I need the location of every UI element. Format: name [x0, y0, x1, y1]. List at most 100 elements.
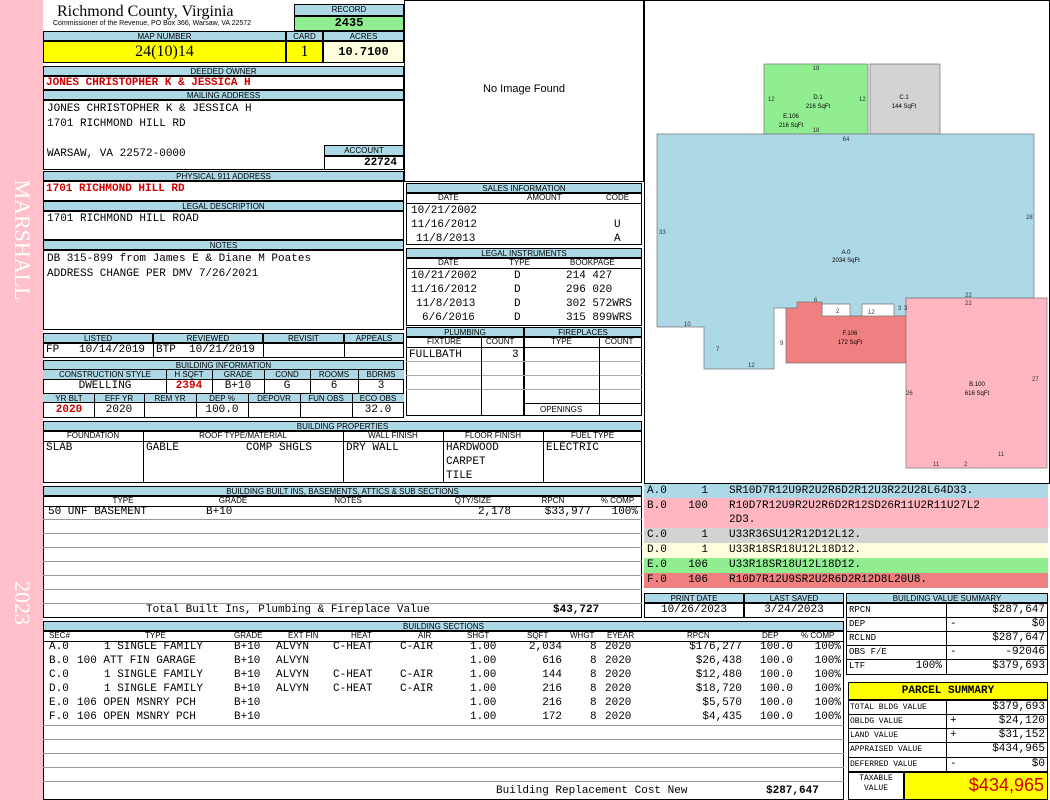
account-value: 22724 [324, 156, 404, 170]
section-row-sec: E.0 [49, 697, 69, 709]
bi-col-depovr: DEPOVR [257, 394, 291, 403]
print-date: 10/26/2023 [660, 604, 727, 616]
vector-string: U33R18SR18U12L18D12. [729, 559, 862, 571]
plumbing-header: PLUMBING [406, 327, 524, 337]
notes-line-2: ADDRESS CHANGE PER DMV 7/26/2021 [47, 268, 259, 280]
instrument-type: D [514, 270, 521, 282]
builtin-rpcn: $33,977 [544, 506, 591, 518]
prop-col-foundation: FOUNDATION [66, 431, 120, 440]
bvs-value: $287,647 [992, 632, 1045, 644]
section-row-shgt: 1.00 [470, 711, 497, 723]
print-date-header: PRINT DATE [644, 593, 744, 603]
openings-label: OPENINGS [540, 405, 583, 414]
vector-sec: E.0 [647, 559, 667, 571]
vector-sec: F.0 [647, 574, 667, 586]
properties-header: BUILDING PROPERTIES [43, 421, 642, 431]
section-row-dep: 100.0 [759, 697, 793, 709]
bi-col-style: CONSTRUCTION STYLE [58, 370, 151, 379]
parcel-label: LAND VALUE [850, 731, 899, 740]
vector-sec: C.0 [647, 529, 667, 541]
section-row-comp: 100% [814, 669, 841, 681]
dim: 11 [998, 452, 1005, 458]
dim: 28 [1026, 215, 1033, 221]
instruments-col-type: TYPE [509, 258, 530, 267]
instruments-col-date: DATE [438, 258, 459, 267]
sec-col: GRADE [234, 631, 263, 640]
section-row-comp: 100% [814, 655, 841, 667]
dim: 10 [684, 322, 691, 328]
dim: 11 [933, 462, 940, 468]
section-row-whgt: 8 [590, 669, 597, 681]
roof-type-value: GABLE [146, 442, 180, 454]
sales-row: 11/16/2012 [411, 219, 478, 231]
section-row-comp: 100% [814, 697, 841, 709]
instrument-type: D [514, 284, 521, 296]
vector-string: U33R18SR18U12L18D12. [729, 544, 862, 556]
section-row-eyear: 2020 [605, 641, 632, 653]
deeded-owner: JONES CHRISTOPHER K & JESSICA H [46, 77, 251, 89]
grade: B+10 [224, 380, 252, 392]
notes-line-1: DB 315-899 from James E & Diane M Poates [47, 253, 312, 265]
vector-sec: D.0 [647, 544, 667, 556]
section-row-sqft: 144 [542, 669, 562, 681]
reviewed-value: BTP 10/21/2019 [156, 344, 256, 356]
map-number: 24(10)14 [43, 41, 286, 63]
sqft-e106: 216 SqFt [779, 123, 804, 129]
instruments-header: LEGAL INSTRUMENTS [406, 248, 642, 258]
fireplace-col-count: COUNT [605, 337, 634, 346]
vector-code: 1 [701, 485, 708, 497]
bi-col-yrblt: YR BLT [55, 394, 83, 403]
plumbing-col-fixture: FIXTURE [427, 337, 462, 346]
bi-grade-col: GRADE [218, 496, 248, 505]
section-row-rpcn: $176,277 [689, 641, 742, 653]
sales-col-date: DATE [438, 193, 459, 202]
parcel-value: $0 [1031, 758, 1045, 770]
year-built: 2020 [55, 404, 83, 416]
parcel-value: $434,965 [992, 743, 1045, 755]
foundation-value: SLAB [46, 442, 73, 454]
taxable-value: $434,965 [904, 772, 1048, 800]
vector-code: 106 [688, 559, 708, 571]
vector-code: 100 [688, 500, 708, 512]
section-row-comp: 100% [814, 641, 841, 653]
sec-col: RPCN [687, 631, 710, 640]
section-row-rpcn: $26,438 [695, 655, 742, 667]
appeals-header: APPEALS [344, 333, 404, 343]
builtin-comp: 100% [611, 506, 638, 518]
card-header: CARD [286, 31, 323, 41]
section-row-rpcn: $12,480 [695, 669, 742, 681]
section-row-grade: B+10 [234, 697, 261, 709]
section-row-eyear: 2020 [605, 711, 632, 723]
section-row-grade: B+10 [234, 683, 261, 695]
parcel-value: $24,120 [998, 715, 1045, 727]
deeded-owner-header: DEEDED OWNER [43, 66, 404, 76]
rooms: 6 [330, 380, 338, 392]
section-row-ext: ALVYN [276, 655, 310, 667]
section-row-type: 106 OPEN MSNRY PCH [77, 697, 196, 709]
label-e106: E.106 [783, 114, 799, 120]
section-row-grade: B+10 [234, 711, 261, 723]
section-row-type: 106 OPEN MSNRY PCH [77, 711, 196, 723]
sec-col: WHGT [570, 631, 595, 640]
dim: 12 [859, 97, 866, 103]
vector-code: 106 [688, 574, 708, 586]
dim: 64 [843, 137, 850, 143]
bi-col-hsqft: H SQFT [174, 370, 204, 379]
section-row-dep: 100.0 [759, 669, 793, 681]
label-f106: F.106 [843, 331, 858, 337]
physical-address: 1701 RICHMOND HILL RD [46, 183, 185, 195]
sales-code: U [614, 219, 621, 231]
bvs-value: $0 [1031, 618, 1045, 630]
last-saved-header: LAST SAVED [744, 593, 844, 603]
section-row-sec: C.0 [49, 669, 69, 681]
dim: 22 [965, 301, 972, 307]
bi-notes-col: NOTES [334, 496, 362, 505]
bi-rpcn-col: RPCN [541, 496, 565, 505]
instrument-date: 11/16/2012 [411, 284, 478, 296]
instrument-bookpage: 315 899WRS [566, 312, 633, 324]
bvs-value: $379,693 [992, 660, 1045, 672]
vector-string: R10D7R12U9SR2U2R6D2R12D8L20U8. [729, 574, 928, 586]
section-row-grade: B+10 [234, 669, 261, 681]
section-row-eyear: 2020 [605, 697, 632, 709]
section-row-heat: C-HEAT [333, 641, 373, 653]
